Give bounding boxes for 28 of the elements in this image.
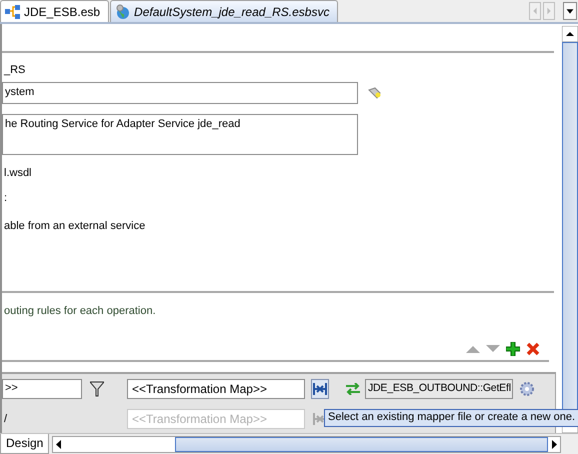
- mapper-button[interactable]: [311, 379, 329, 399]
- wsdl-text: l.wsdl: [3, 166, 33, 180]
- editor-tab[interactable]: JDE_ESB.esb: [0, 0, 110, 22]
- add-icon[interactable]: [506, 342, 520, 356]
- transformation-field[interactable]: <<Transformation Map>>: [127, 379, 305, 399]
- flashlight-icon: [368, 87, 382, 99]
- delete-icon[interactable]: [526, 342, 540, 356]
- editor-tab[interactable]: DefaultSystem_jde_read_RS.esbsvc: [110, 0, 338, 22]
- dropdown-icon[interactable]: [563, 2, 577, 20]
- move-up-icon[interactable]: [466, 345, 480, 353]
- swap-arrows-icon: [345, 383, 361, 395]
- tooltip: Select an existing mapper file or create a new one.: [324, 409, 578, 427]
- globe-icon: [115, 4, 132, 20]
- design-tab[interactable]: Design: [0, 434, 50, 454]
- service-name-text: _RS: [2, 63, 26, 77]
- colon-text: :: [3, 191, 8, 205]
- diagram-icon: [5, 4, 21, 18]
- routing-hint-text: outing rules for each operation.: [3, 304, 157, 318]
- scroll-up-icon[interactable]: [562, 26, 578, 42]
- gear-icon[interactable]: [519, 381, 535, 397]
- target-field[interactable]: JDE_ESB_OUTBOUND::GetEfl: [365, 379, 513, 399]
- description-field[interactable]: he Routing Service for Adapter Service jde_read: [2, 114, 358, 155]
- filter-field[interactable]: >>: [2, 379, 82, 399]
- row-label: /: [3, 413, 8, 425]
- invocable-text: able from an external service: [3, 219, 146, 233]
- move-down-icon[interactable]: [486, 345, 500, 353]
- filter-icon[interactable]: [90, 381, 104, 397]
- system-field[interactable]: ystem: [2, 82, 358, 104]
